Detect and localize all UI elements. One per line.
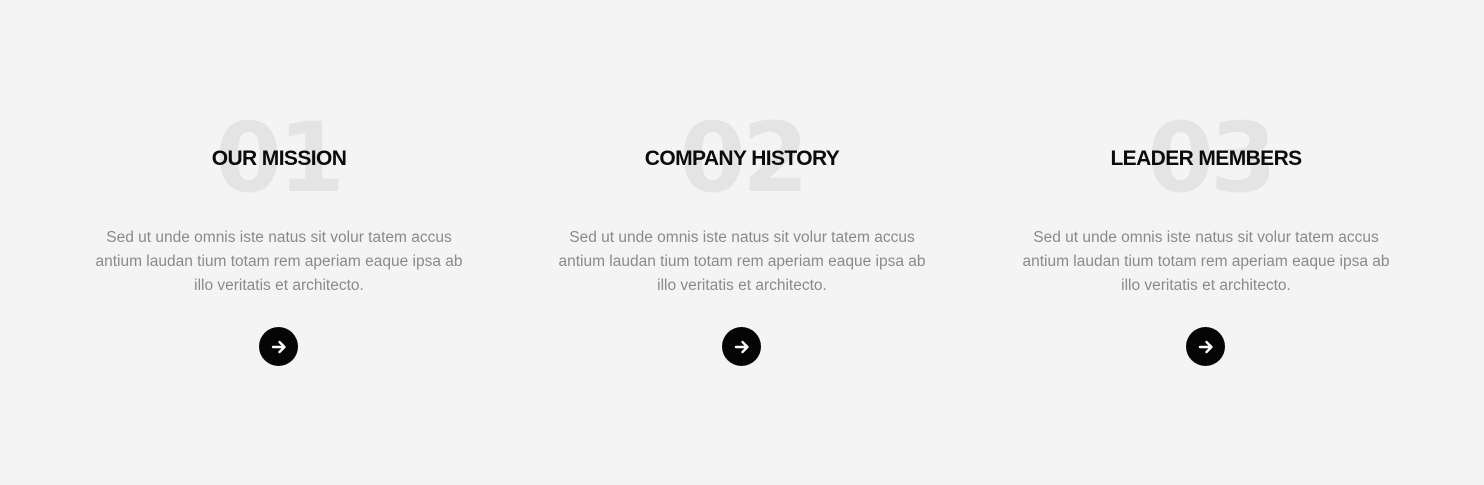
feature-card-leader-members: 03 LEADER MEMBERS Sed ut unde omnis iste… [1016, 110, 1396, 380]
feature-title: COMPANY HISTORY [644, 147, 840, 170]
feature-arrow-button[interactable] [722, 327, 761, 366]
arrow-right-icon [734, 339, 750, 355]
arrow-right-icon [271, 339, 287, 355]
arrow-right-icon [1198, 339, 1214, 355]
features-section: 01 OUR MISSION Sed ut unde omnis iste na… [0, 0, 1484, 485]
feature-arrow-button[interactable] [1186, 327, 1225, 366]
feature-title: LEADER MEMBERS [1110, 147, 1302, 170]
feature-card-our-mission: 01 OUR MISSION Sed ut unde omnis iste na… [89, 110, 469, 380]
feature-card-company-history: 02 COMPANY HISTORY Sed ut unde omnis ist… [552, 110, 932, 380]
feature-description: Sed ut unde omnis iste natus sit volur t… [558, 229, 926, 294]
feature-arrow-button[interactable] [259, 327, 298, 366]
feature-title: OUR MISSION [211, 147, 347, 170]
feature-description: Sed ut unde omnis iste natus sit volur t… [95, 229, 463, 294]
feature-description: Sed ut unde omnis iste natus sit volur t… [1022, 229, 1390, 294]
